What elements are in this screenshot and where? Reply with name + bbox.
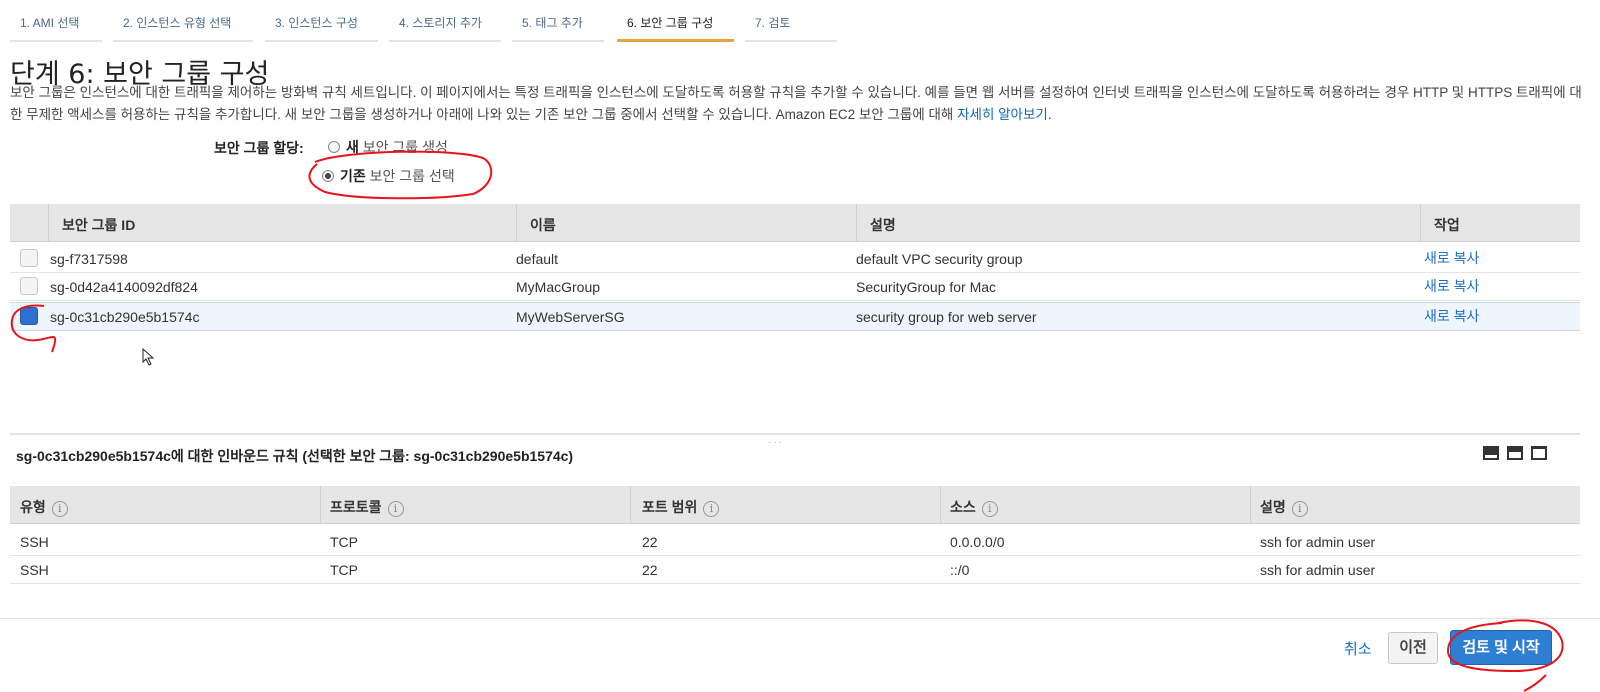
sg-table-header: 보안 그룹 ID 이름 설명 작업 xyxy=(10,204,1580,242)
column-separator xyxy=(940,486,941,524)
rule-port-cell: 22 xyxy=(642,562,658,578)
col-name[interactable]: 이름 xyxy=(530,215,556,235)
tab-ami[interactable]: 1. AMI 선택 xyxy=(10,14,102,42)
previous-button[interactable]: 이전 xyxy=(1388,632,1438,664)
radio-existing-rest: 보안 그룹 선택 xyxy=(365,168,455,184)
assign-label: 보안 그룹 할당: xyxy=(214,140,304,156)
radio-new-rest: 보안 그룹 생성 xyxy=(358,139,448,155)
rule-source-cell: 0.0.0.0/0 xyxy=(950,534,1005,550)
rule-desc-cell: ssh for admin user xyxy=(1260,534,1376,550)
col-action: 작업 xyxy=(1434,217,1460,233)
column-separator xyxy=(320,486,321,524)
radio-button-selected[interactable] xyxy=(322,170,334,182)
copy-to-new-link[interactable]: 새로 복사 xyxy=(1424,248,1479,268)
sg-desc-cell: SecurityGroup for Mac xyxy=(856,279,997,295)
info-icon[interactable]: i xyxy=(387,501,404,517)
sg-name-cell: MyMacGroup xyxy=(516,279,601,295)
page-description: 보안 그룹은 인스턴스에 대한 트래픽을 제어하는 방화벽 규칙 세트입니다. … xyxy=(10,82,1585,126)
radio-existing-group[interactable]: 기존 보안 그룹 선택 xyxy=(322,166,455,186)
description-end: . xyxy=(1047,107,1052,122)
copy-to-new-link[interactable]: 새로 복사 xyxy=(1424,306,1479,326)
tab-security-group[interactable]: 6. 보안 그룹 구성 xyxy=(617,14,734,42)
rule-row: SSH TCP 22 0.0.0.0/0 ssh for admin user xyxy=(10,528,1580,556)
panel-split-icon[interactable] xyxy=(1507,446,1523,460)
tab-review[interactable]: 7. 검토 xyxy=(745,14,837,42)
col-protocol: 프로토콜 i xyxy=(330,497,404,517)
info-icon[interactable]: i xyxy=(981,501,998,517)
inbound-rules-title: sg-0c31cb290e5b1574c에 대한 인바운드 규칙 (선택한 보안… xyxy=(16,448,574,464)
column-separator xyxy=(48,204,49,242)
sg-name-cell: MyWebServerSG xyxy=(516,309,625,325)
table-row-selected[interactable]: sg-0c31cb290e5b1574c MyWebServerSG secur… xyxy=(10,302,1580,331)
copy-to-new-link[interactable]: 새로 복사 xyxy=(1424,276,1479,296)
col-desc-label: 설명 xyxy=(1260,499,1286,515)
col-type: 유형 i xyxy=(20,497,68,517)
rule-protocol-cell: TCP xyxy=(330,534,358,550)
col-type-label: 유형 xyxy=(20,499,46,515)
tab-tags[interactable]: 5. 태그 추가 xyxy=(512,14,604,42)
wizard-steps: 1. AMI 선택 2. 인스턴스 유형 선택 3. 인스턴스 구성 4. 스토… xyxy=(0,0,1600,44)
col-port-range: 포트 범위 i xyxy=(642,497,720,517)
radio-existing-bold: 기존 xyxy=(340,168,366,184)
rules-table-header: 유형 i 프로토콜 i 포트 범위 i 소스 i 설명 i xyxy=(10,486,1580,524)
tab-storage[interactable]: 4. 스토리지 추가 xyxy=(389,14,501,42)
rule-type-cell: SSH xyxy=(20,534,49,550)
rule-source-cell: ::/0 xyxy=(950,562,970,578)
mouse-pointer-icon xyxy=(142,348,155,366)
panel-minimize-icon[interactable] xyxy=(1531,446,1547,460)
column-separator xyxy=(630,486,631,524)
row-checkbox-checked[interactable] xyxy=(20,307,38,325)
footer-divider xyxy=(0,618,1600,619)
learn-more-link[interactable]: 자세히 알아보기 xyxy=(957,107,1048,122)
table-row[interactable]: sg-f7317598 default default VPC security… xyxy=(10,245,1580,273)
column-separator xyxy=(516,204,517,242)
sg-desc-cell: security group for web server xyxy=(856,309,1037,325)
tab-configure[interactable]: 3. 인스턴스 구성 xyxy=(265,14,378,42)
info-icon[interactable]: i xyxy=(1291,501,1308,517)
table-row[interactable]: sg-0d42a4140092df824 MyMacGroup Security… xyxy=(10,273,1580,301)
column-separator xyxy=(1250,486,1251,524)
col-source: 소스 i xyxy=(950,497,998,517)
radio-new-label: 새 보안 그룹 생성 xyxy=(346,137,448,157)
col-protocol-label: 프로토콜 xyxy=(330,499,382,515)
splitter-grip-icon[interactable]: ··· xyxy=(768,437,784,448)
sg-id-cell: sg-0c31cb290e5b1574c xyxy=(50,309,200,325)
col-sg-id[interactable]: 보안 그룹 ID xyxy=(62,215,135,235)
col-rule-description: 설명 i xyxy=(1260,497,1308,517)
radio-new-group[interactable]: 새 보안 그룹 생성 xyxy=(328,137,448,157)
rule-desc-cell: ssh for admin user xyxy=(1260,562,1376,578)
column-separator xyxy=(1420,204,1421,242)
col-description[interactable]: 설명 xyxy=(870,215,896,235)
description-text: 보안 그룹은 인스턴스에 대한 트래픽을 제어하는 방화벽 규칙 세트입니다. … xyxy=(10,85,1582,122)
review-and-launch-button[interactable]: 검토 및 시작 xyxy=(1450,630,1552,665)
sg-name-cell: default xyxy=(516,251,559,267)
radio-existing-label: 기존 보안 그룹 선택 xyxy=(340,166,455,186)
row-checkbox[interactable] xyxy=(20,249,38,267)
tab-instance-type[interactable]: 2. 인스턴스 유형 선택 xyxy=(113,14,253,42)
rule-row: SSH TCP 22 ::/0 ssh for admin user xyxy=(10,556,1580,584)
column-separator xyxy=(856,204,857,242)
rule-port-cell: 22 xyxy=(642,534,658,550)
info-icon[interactable]: i xyxy=(51,501,68,517)
panel-maximize-icon[interactable] xyxy=(1483,446,1499,460)
col-source-label: 소스 xyxy=(950,499,976,515)
col-port-label: 포트 범위 xyxy=(642,499,698,515)
sg-desc-cell: default VPC security group xyxy=(856,251,1023,267)
sg-id-cell: sg-0d42a4140092df824 xyxy=(50,279,198,295)
row-checkbox[interactable] xyxy=(20,277,38,295)
info-icon[interactable]: i xyxy=(703,501,720,517)
radio-button[interactable] xyxy=(328,141,340,153)
cancel-button[interactable]: 취소 xyxy=(1344,638,1372,659)
radio-new-bold: 새 xyxy=(346,139,359,155)
panel-splitter[interactable] xyxy=(10,433,1580,435)
rule-type-cell: SSH xyxy=(20,562,49,578)
sg-id-cell: sg-f7317598 xyxy=(50,251,128,267)
rule-protocol-cell: TCP xyxy=(330,562,358,578)
